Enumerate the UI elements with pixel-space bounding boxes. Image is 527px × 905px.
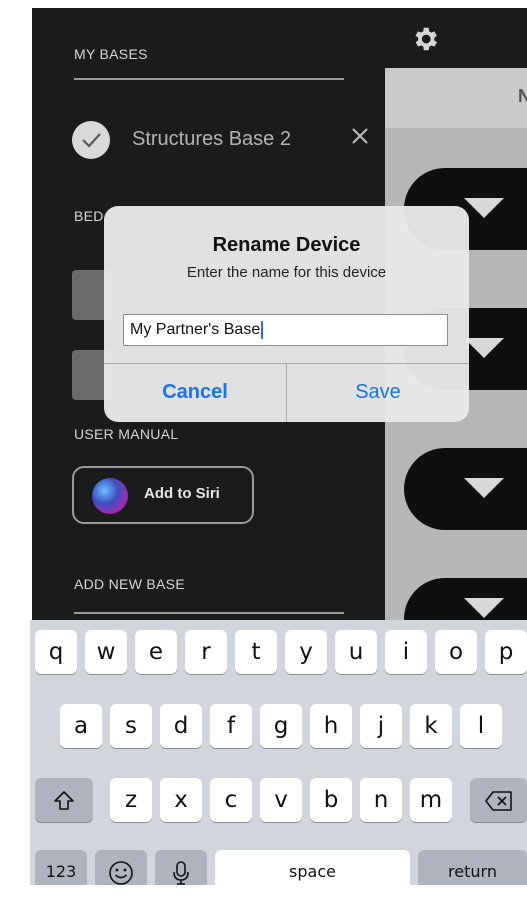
key-f[interactable]: f: [210, 704, 252, 748]
key-p[interactable]: p: [485, 630, 527, 674]
cancel-button[interactable]: Cancel: [104, 363, 286, 422]
key-w[interactable]: w: [85, 630, 127, 674]
triangle-down-icon: [464, 598, 504, 618]
control-pill-button[interactable]: [404, 448, 527, 530]
key-m[interactable]: m: [410, 778, 452, 822]
add-to-siri-label: Add to Siri: [144, 485, 220, 502]
save-button[interactable]: Save: [287, 363, 469, 422]
user-manual-heading[interactable]: USER MANUAL: [74, 426, 178, 442]
key-d[interactable]: d: [160, 704, 202, 748]
delete-icon: [484, 790, 512, 811]
key-h[interactable]: h: [310, 704, 352, 748]
keyboard: q w e r t y u i o p a s d f g h j k l z …: [30, 620, 527, 894]
key-s[interactable]: s: [110, 704, 152, 748]
key-n[interactable]: n: [360, 778, 402, 822]
key-k[interactable]: k: [410, 704, 452, 748]
background-panel-header: [385, 68, 527, 128]
checkmark-icon: [72, 121, 110, 159]
key-r[interactable]: r: [185, 630, 227, 674]
shift-icon: [54, 790, 74, 810]
key-x[interactable]: x: [160, 778, 202, 822]
emoji-icon: [109, 860, 133, 885]
key-t[interactable]: t: [235, 630, 277, 674]
key-y[interactable]: y: [285, 630, 327, 674]
bottom-margin: [0, 885, 527, 905]
key-b[interactable]: b: [310, 778, 352, 822]
key-u[interactable]: u: [335, 630, 377, 674]
dialog-message: Enter the name for this device: [186, 264, 387, 281]
key-q[interactable]: q: [35, 630, 77, 674]
bed-heading: BED: [74, 208, 104, 224]
shift-key[interactable]: [35, 778, 93, 822]
rename-device-dialog: Rename Device Enter the name for this de…: [104, 206, 469, 422]
delete-key[interactable]: [470, 778, 527, 822]
close-icon[interactable]: [350, 126, 370, 146]
divider: [74, 78, 344, 80]
base-list-item[interactable]: Structures Base 2: [72, 118, 372, 162]
microphone-icon: [173, 860, 189, 885]
key-g[interactable]: g: [260, 704, 302, 748]
key-e[interactable]: e: [135, 630, 177, 674]
background-panel-header-text: N: [518, 86, 527, 106]
dialog-title: Rename Device: [212, 234, 361, 256]
key-o[interactable]: o: [435, 630, 477, 674]
base-name: Structures Base 2: [132, 128, 291, 150]
control-pill-button[interactable]: [404, 578, 527, 620]
key-z[interactable]: z: [110, 778, 152, 822]
my-bases-heading: MY BASES: [74, 46, 148, 62]
triangle-down-icon: [464, 478, 504, 498]
key-l[interactable]: l: [460, 704, 502, 748]
gear-icon[interactable]: [410, 24, 440, 54]
siri-icon: [92, 478, 128, 514]
divider: [74, 612, 344, 614]
key-v[interactable]: v: [260, 778, 302, 822]
key-c[interactable]: c: [210, 778, 252, 822]
key-i[interactable]: i: [385, 630, 427, 674]
text-cursor: [261, 320, 264, 339]
key-j[interactable]: j: [360, 704, 402, 748]
key-a[interactable]: a: [60, 704, 102, 748]
triangle-down-icon: [464, 338, 504, 358]
device-name-input[interactable]: My Partner's Base: [123, 314, 448, 346]
triangle-down-icon: [464, 198, 504, 218]
device-name-value: My Partner's Base: [130, 321, 261, 338]
add-to-siri-button[interactable]: Add to Siri: [72, 466, 254, 524]
add-new-base-heading[interactable]: ADD NEW BASE: [74, 576, 185, 592]
